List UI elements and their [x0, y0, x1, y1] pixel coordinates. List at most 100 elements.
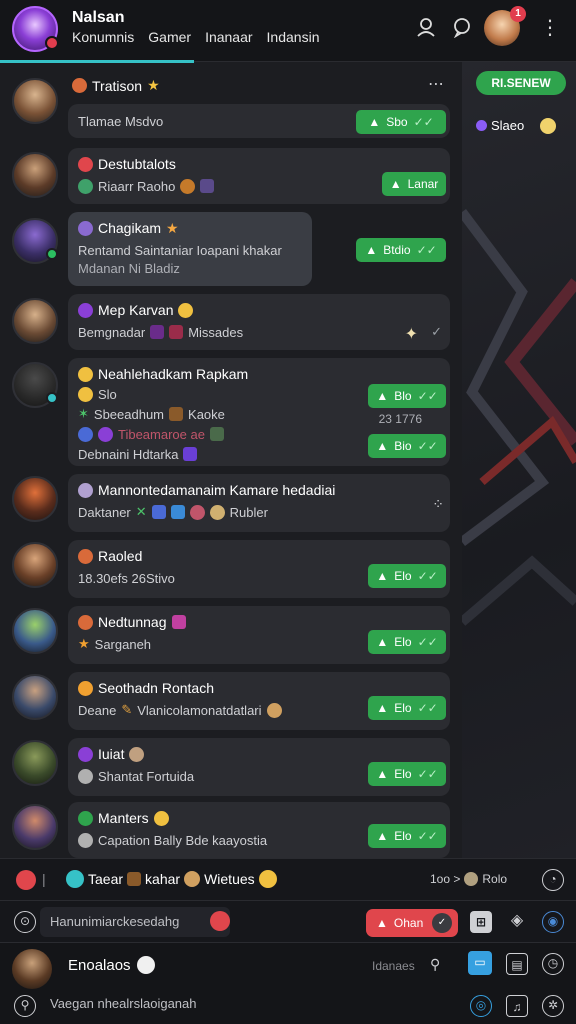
status-pill[interactable]: ▲ Elo ✓✓: [368, 564, 446, 588]
double-check-icon: ✓✓: [417, 767, 438, 781]
status-pill[interactable]: ▲ Elo ✓✓: [368, 824, 446, 848]
attach-icon[interactable]: ⊙: [14, 911, 36, 933]
list-item[interactable]: Manters Capation Bally Bde kaayostia ▲ El…: [0, 802, 462, 860]
emoji-icon: [180, 178, 196, 194]
avatar[interactable]: [12, 674, 58, 720]
status-pill[interactable]: ▲ Elo ✓✓: [368, 762, 446, 786]
more-icon[interactable]: ⋯: [428, 74, 444, 94]
avatar[interactable]: [12, 362, 58, 408]
list-item[interactable]: Tratison ★ ⋯ Tlamae Msdvo ▲ Sbo ✓✓: [0, 74, 462, 144]
status-pill[interactable]: ▲ Elo ✓✓: [368, 630, 446, 654]
avatar[interactable]: [12, 218, 58, 264]
message-bubble[interactable]: Chagikam ★ Rentamd Saintaniar Ioapani kha…: [68, 212, 312, 286]
list-item[interactable]: Nedtunnag ★ Sarganeh ▲ Elo ✓✓: [0, 606, 462, 666]
double-check-icon: ✓✓: [416, 243, 437, 257]
list-item[interactable]: Destubtalots Riaarr Raoho ▲ Lanar: [0, 148, 462, 208]
chat-icon[interactable]: [450, 16, 474, 40]
settings-icon[interactable]: ✲: [542, 995, 564, 1017]
chat-name: Raoled: [98, 548, 143, 564]
message-input[interactable]: Hanunimiarckesedahg: [40, 907, 230, 937]
search-icon[interactable]: ⚲: [14, 995, 36, 1017]
info-icon[interactable]: ◉: [542, 911, 564, 933]
status-pill[interactable]: ▲ Btdio ✓✓: [356, 238, 446, 262]
emoji-icon[interactable]: [540, 118, 556, 134]
tab-konumnis[interactable]: Konumnis: [72, 29, 134, 45]
sticker-icon: [150, 325, 165, 339]
grid-icon[interactable]: ⊞: [470, 911, 492, 933]
status-label: Sbo: [386, 115, 408, 129]
compass-icon[interactable]: ◎: [470, 995, 492, 1017]
status-right-label: Rolo: [482, 872, 508, 886]
emoji-icon: [72, 78, 87, 93]
sticker-icon[interactable]: [210, 911, 230, 931]
status-pill[interactable]: ▲ Bio ✓✓: [368, 434, 446, 458]
tab-inanaar[interactable]: Inanaar: [205, 29, 252, 45]
status-label-3: Wietues: [204, 871, 255, 887]
tab-indansin[interactable]: Indansin: [267, 29, 320, 45]
list-item[interactable]: Mep Karvan Bemgnadar Missades ✦ ✓: [0, 294, 462, 352]
chat-name: Seothadn Rontach: [98, 680, 214, 696]
list-item[interactable]: Raoled 18.30efs 26Stivo ▲ Elo ✓✓: [0, 540, 462, 600]
avatar[interactable]: [12, 804, 58, 850]
chat-name: Chagikam: [98, 220, 162, 236]
chat-name: Manters: [98, 810, 149, 826]
user-avatar[interactable]: 1: [484, 6, 526, 46]
chat-name: Mannontedamanaim Kamare hedadiai: [98, 482, 336, 498]
list-item[interactable]: Seothadn Rontach Deane ✎ Vlanicolamonatdat…: [0, 672, 462, 732]
chat-name: Tratison ★: [72, 77, 160, 94]
message-bubble[interactable]: Mannontedamanaim Kamare hedadiai Daktane…: [68, 474, 450, 532]
list-item[interactable]: Iuiat Shantat Fortuida ▲ Elo ✓✓: [0, 738, 462, 798]
composer-bar: ⊙ Hanunimiarckesedahg ▲ Ohan ✓ ⊞ ◈ ◉: [0, 900, 576, 942]
message-text: Slo: [98, 386, 117, 402]
chevron-down-icon[interactable]: ✓: [432, 913, 452, 933]
status-pill[interactable]: ▲ Lanar: [382, 172, 446, 196]
music-icon[interactable]: ♫: [506, 995, 528, 1017]
list-item[interactable]: Neahlehadkam Rapkam Slo ✶ Sbeeadhum Kaoke …: [0, 358, 462, 468]
notification-count: 1: [510, 6, 526, 22]
avatar[interactable]: [12, 608, 58, 654]
profile-icon[interactable]: [414, 16, 438, 40]
status-label: Elo: [394, 635, 412, 649]
message-text: Riaarr Raoho: [98, 178, 176, 194]
renew-button[interactable]: RI.SENEW: [476, 71, 566, 95]
status-right[interactable]: 1oo > Rolo: [430, 872, 507, 886]
avatar[interactable]: [12, 949, 52, 989]
status-label: Elo: [394, 569, 412, 583]
pin-icon[interactable]: ⚲: [430, 956, 440, 973]
avatar[interactable]: [12, 476, 58, 522]
list-item[interactable]: Chagikam ★ Rentamd Saintaniar Ioapani kha…: [0, 212, 462, 290]
emoji-icon: [78, 614, 93, 630]
status-label: Elo: [394, 767, 412, 781]
emoji-icon: [178, 302, 194, 318]
chat-bubble-icon[interactable]: ▭: [468, 951, 492, 975]
timestamp: 23 1776: [378, 412, 422, 426]
upload-icon: ▲: [368, 115, 381, 129]
send-button[interactable]: ▲ Ohan ✓: [366, 909, 458, 937]
sticker-icon: [169, 407, 184, 421]
status-pill[interactable]: ▲ Sbo ✓✓: [356, 110, 446, 134]
message-bubble[interactable]: Mep Karvan Bemgnadar Missades: [68, 294, 450, 350]
chat-name-label: Tratison: [92, 77, 143, 94]
more-vertical-icon[interactable]: ⋮: [538, 16, 562, 40]
avatar[interactable]: [12, 152, 58, 198]
avatar[interactable]: [12, 740, 58, 786]
tab-gamer[interactable]: Gamer: [148, 29, 191, 45]
avatar[interactable]: [12, 78, 58, 124]
avatar[interactable]: [12, 542, 58, 588]
timer-icon[interactable]: ◔: [542, 869, 564, 891]
sticker-icon: [209, 427, 224, 441]
status-pill[interactable]: ▲ Blo ✓✓: [368, 384, 446, 408]
message-text-2: Sbeeadhum: [93, 406, 165, 422]
tag-icon[interactable]: ◈: [506, 911, 528, 933]
online-indicator: [46, 248, 58, 260]
search-input[interactable]: Vaegan nhealrslaoiganah: [40, 989, 456, 1019]
app-logo-avatar[interactable]: [12, 6, 59, 52]
list-item[interactable]: Mannontedamanaim Kamare hedadiai Daktane…: [0, 474, 462, 534]
image-icon[interactable]: ▤: [506, 953, 528, 975]
avatar[interactable]: [12, 298, 58, 344]
more-icon[interactable]: ⁘: [432, 496, 444, 513]
clock-icon[interactable]: ◷: [542, 953, 564, 975]
upload-icon: ▲: [376, 389, 389, 403]
status-pill[interactable]: ▲ Elo ✓✓: [368, 696, 446, 720]
emoji-icon: [98, 426, 113, 442]
